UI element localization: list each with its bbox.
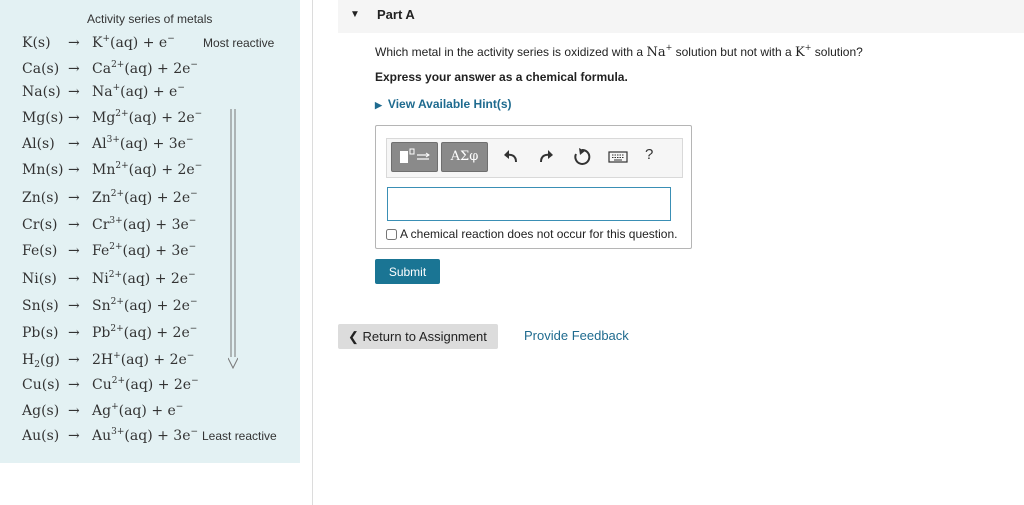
templates-button[interactable]: [391, 142, 438, 172]
reaction-arrow-icon: →: [68, 428, 80, 444]
part-a-header[interactable]: [338, 0, 1024, 33]
series-row: Cu(s) → Cu2+(aq) + 2e−: [22, 377, 292, 401]
reaction-arrow-icon: →: [68, 136, 80, 152]
series-row: Ca(s) → Ca2+(aq) + 2e−: [22, 61, 292, 85]
series-products: Mn2+(aq) + 2e−: [92, 161, 203, 179]
hint-link-label: View Available Hint(s): [387, 97, 512, 111]
panel-divider: [312, 0, 313, 505]
series-metal: Ag(s): [22, 403, 60, 419]
series-row: Au(s) → Au3+(aq) + 3e− Least reactive: [22, 428, 292, 452]
template-icon: [400, 148, 430, 163]
reaction-arrow-icon: →: [68, 110, 80, 126]
series-metal: K(s): [22, 35, 51, 51]
series-metal: Sn(s): [22, 298, 59, 314]
reaction-arrow-icon: →: [68, 298, 80, 314]
most-reactive-label: Most reactive: [203, 36, 275, 50]
no-reaction-checkbox[interactable]: [386, 229, 397, 240]
series-products: Cr3+(aq) + 3e−: [92, 216, 197, 234]
chevron-left-icon: ❮: [348, 328, 359, 344]
reaction-arrow-icon: →: [68, 162, 80, 178]
reaction-arrow-icon: →: [68, 352, 80, 368]
reactivity-down-arrow-icon: [228, 109, 238, 369]
series-products: Zn2+(aq) + 2e−: [92, 189, 198, 207]
greek-symbols-button[interactable]: ΑΣφ: [441, 142, 488, 172]
series-metal: Zn(s): [22, 190, 59, 206]
series-products: 2H+(aq) + 2e−: [92, 351, 195, 369]
series-row: Na(s) → Na+(aq) + e−: [22, 84, 292, 108]
series-row: Ag(s) → Ag+(aq) + e−: [22, 403, 292, 427]
series-row: Al(s) → Al3+(aq) + 3e−: [22, 136, 292, 160]
series-row: K(s) → K+(aq) + e− Most reactive: [22, 35, 292, 59]
series-products: Au3+(aq) + 3e−: [92, 427, 199, 445]
expand-triangle-icon: ▶: [375, 100, 382, 110]
series-metal: Au(s): [22, 428, 60, 444]
series-metal: Mn(s): [22, 162, 64, 178]
series-products: Mg2+(aq) + 2e−: [92, 109, 203, 127]
return-label: Return to Assignment: [362, 328, 487, 344]
series-row: Mn(s) → Mn2+(aq) + 2e−: [22, 162, 292, 186]
series-products: Ca2+(aq) + 2e−: [92, 60, 198, 78]
series-metal: Cu(s): [22, 377, 60, 393]
reaction-arrow-icon: →: [68, 84, 80, 100]
series-metal: Pb(s): [22, 325, 59, 341]
series-products: Fe2+(aq) + 3e−: [92, 242, 197, 260]
series-products: Al3+(aq) + 3e−: [92, 135, 194, 153]
series-row: Sn(s) → Sn2+(aq) + 2e−: [22, 298, 292, 322]
series-metal: Al(s): [22, 136, 55, 152]
redo-icon[interactable]: [536, 147, 556, 167]
return-to-assignment-button[interactable]: ❮ Return to Assignment: [338, 324, 498, 349]
undo-icon[interactable]: [501, 147, 521, 167]
series-row: Zn(s) → Zn2+(aq) + 2e−: [22, 190, 292, 214]
series-row: Mg(s) → Mg2+(aq) + 2e−: [22, 110, 292, 134]
series-products: Ag+(aq) + e−: [92, 402, 184, 420]
series-products: Pb2+(aq) + 2e−: [92, 324, 198, 342]
series-row: Ni(s) → Ni2+(aq) + 2e−: [22, 271, 292, 295]
series-metal: Na(s): [22, 84, 61, 100]
series-products: K+(aq) + e−: [92, 34, 175, 52]
series-title: Activity series of metals: [87, 12, 213, 26]
ion-na: Na+: [646, 43, 673, 61]
keyboard-icon[interactable]: [608, 147, 628, 167]
reset-icon[interactable]: [572, 147, 592, 167]
submit-button[interactable]: Submit: [375, 259, 440, 284]
reaction-arrow-icon: →: [68, 377, 80, 393]
question-text: Which metal in the activity series is ox…: [375, 43, 863, 61]
collapse-caret-icon[interactable]: ▼: [350, 9, 360, 20]
reaction-arrow-icon: →: [68, 403, 80, 419]
reaction-arrow-icon: →: [68, 325, 80, 341]
series-metal: H2(g): [22, 352, 60, 370]
series-products: Ni2+(aq) + 2e−: [92, 270, 196, 288]
least-reactive-label: Least reactive: [202, 429, 277, 443]
series-row: Pb(s) → Pb2+(aq) + 2e−: [22, 325, 292, 349]
series-metal: Cr(s): [22, 217, 58, 233]
reaction-arrow-icon: →: [68, 190, 80, 206]
answer-instruction: Express your answer as a chemical formul…: [375, 70, 628, 84]
help-button[interactable]: ?: [645, 146, 653, 163]
series-products: Sn2+(aq) + 2e−: [92, 297, 198, 315]
reaction-arrow-icon: →: [68, 35, 80, 51]
reaction-arrow-icon: →: [68, 217, 80, 233]
reaction-arrow-icon: →: [68, 271, 80, 287]
answer-input[interactable]: [387, 187, 671, 221]
reaction-arrow-icon: →: [68, 61, 80, 77]
series-row: H2(g) → 2H+(aq) + 2e−: [22, 352, 292, 376]
series-metal: Ca(s): [22, 61, 60, 77]
series-row: Fe(s) → Fe2+(aq) + 3e−: [22, 243, 292, 267]
provide-feedback-link[interactable]: Provide Feedback: [524, 328, 629, 343]
part-title[interactable]: Part A: [377, 7, 415, 22]
series-products: Cu2+(aq) + 2e−: [92, 376, 199, 394]
no-reaction-label[interactable]: A chemical reaction does not occur for t…: [400, 227, 677, 241]
reaction-arrow-icon: →: [68, 243, 80, 259]
series-metal: Fe(s): [22, 243, 58, 259]
view-hints-link[interactable]: ▶ View Available Hint(s): [375, 97, 512, 111]
series-row: Cr(s) → Cr3+(aq) + 3e−: [22, 217, 292, 241]
series-metal: Ni(s): [22, 271, 57, 287]
series-products: Na+(aq) + e−: [92, 83, 185, 101]
ion-k: K+: [795, 43, 812, 61]
series-metal: Mg(s): [22, 110, 64, 126]
